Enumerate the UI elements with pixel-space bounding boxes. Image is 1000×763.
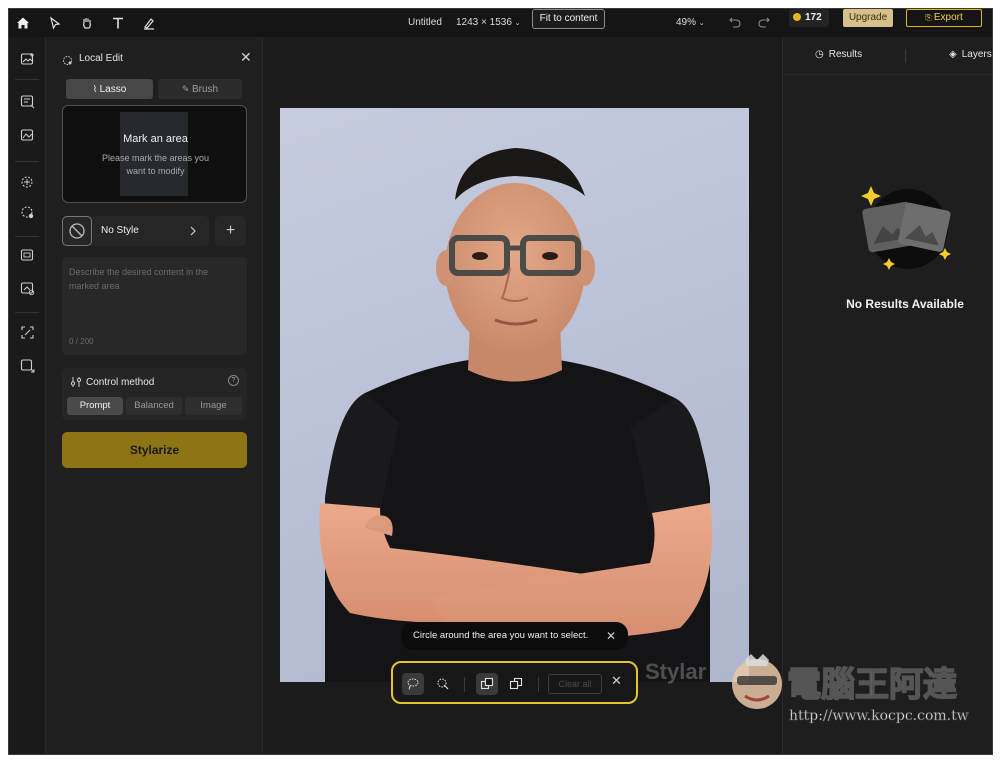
tool-rail xyxy=(9,37,46,754)
toolbar-divider xyxy=(464,677,465,692)
local-edit-panel: Local Edit ✕ ⌇ Lasso ✎ Brush Mark an are… xyxy=(46,37,263,754)
top-bar: Untitled 1243 × 1536 ⌄ Fit to content 49… xyxy=(9,9,992,37)
expand-image-icon[interactable] xyxy=(17,245,37,265)
empty-results-text: No Results Available xyxy=(846,297,964,311)
tab-divider xyxy=(905,49,906,63)
rail-divider xyxy=(15,236,39,237)
empty-results-illustration xyxy=(853,184,958,279)
control-option-image[interactable]: Image xyxy=(185,397,242,415)
prompt-counter: 0 / 200 xyxy=(69,337,94,346)
control-option-balanced[interactable]: Balanced xyxy=(126,397,182,415)
history-icon: ◷ xyxy=(815,49,824,60)
tooltip-text: Circle around the area you want to selec… xyxy=(413,630,589,641)
control-option-prompt[interactable]: Prompt xyxy=(67,397,123,415)
sparkle-edit-icon[interactable] xyxy=(17,171,37,191)
tab-results-label: Results xyxy=(828,49,863,60)
upscale-icon[interactable] xyxy=(17,322,37,342)
chevron-down-icon: ⌄ xyxy=(514,20,521,27)
prompt-placeholder: Describe the desired content in the mark… xyxy=(69,267,209,291)
close-icon[interactable]: ✕ xyxy=(606,622,616,650)
tab-results[interactable]: ◷ Results xyxy=(815,49,862,60)
control-method-title: Control method xyxy=(86,377,155,388)
export-button[interactable]: ⎘ Export xyxy=(906,9,982,27)
subtract-selection-icon[interactable] xyxy=(505,673,527,695)
results-panel: ◷ Results ◈ Layers No Results Available xyxy=(782,37,992,754)
lasso-icon: ⌇ xyxy=(92,84,100,94)
upgrade-button[interactable]: Upgrade xyxy=(843,9,893,27)
selection-tooltip: Circle around the area you want to selec… xyxy=(401,622,628,650)
portrait-illustration xyxy=(319,148,712,682)
portrait-image[interactable] xyxy=(280,108,749,682)
control-method-section: Control method ? Prompt Balanced Image xyxy=(62,368,247,420)
text-to-image-icon[interactable] xyxy=(17,91,37,111)
close-icon[interactable]: ✕ xyxy=(611,673,622,689)
home-icon[interactable] xyxy=(13,13,33,33)
credits-badge[interactable]: 172 xyxy=(789,9,829,27)
fit-to-content-button[interactable]: Fit to content xyxy=(532,9,605,29)
text-tool-icon[interactable] xyxy=(108,13,128,33)
add-style-button[interactable]: + xyxy=(215,216,246,246)
canvas-area[interactable]: Circle around the area you want to selec… xyxy=(263,37,782,754)
export-label: Export xyxy=(933,12,963,23)
chevron-right-icon xyxy=(189,224,197,242)
zoom-value: 49% xyxy=(676,17,697,28)
brush-icon: ✎ xyxy=(181,84,192,94)
rail-divider xyxy=(15,312,39,313)
style-label: No Style xyxy=(101,225,139,236)
redo-icon[interactable] xyxy=(754,13,774,33)
credits-value: 172 xyxy=(805,12,822,23)
tab-lasso[interactable]: ⌇ Lasso xyxy=(66,79,153,99)
crop-export-icon[interactable] xyxy=(17,355,37,375)
mark-area-preview: Mark an area Please mark the areas you w… xyxy=(62,105,247,203)
layers-icon: ◈ xyxy=(949,49,957,60)
selection-toolbar: Clear all ✕ xyxy=(391,661,638,704)
stylarize-button[interactable]: Stylarize xyxy=(62,432,247,468)
rail-divider xyxy=(15,79,39,80)
local-edit-icon[interactable] xyxy=(17,202,37,222)
local-edit-icon xyxy=(62,53,73,71)
panel-title: Local Edit xyxy=(79,53,123,64)
results-tabs: ◷ Results ◈ Layers xyxy=(783,37,992,75)
image-generate-icon[interactable] xyxy=(17,49,37,69)
tab-brush-label: Brush xyxy=(191,84,219,95)
zoom-level[interactable]: 49% ⌄ xyxy=(676,9,705,37)
tab-layers[interactable]: ◈ Layers xyxy=(949,49,992,60)
tab-layers-label: Layers xyxy=(961,49,992,60)
tab-brush[interactable]: ✎ Brush xyxy=(158,79,242,99)
prompt-textarea[interactable]: Describe the desired content in the mark… xyxy=(62,257,247,355)
image-to-image-icon[interactable] xyxy=(17,125,37,145)
canvas-dimensions[interactable]: 1243 × 1536 ⌄ xyxy=(456,9,521,37)
rail-divider xyxy=(15,161,39,162)
hand-icon[interactable] xyxy=(77,13,97,33)
undo-icon[interactable] xyxy=(725,13,745,33)
sliders-icon xyxy=(70,375,82,393)
style-selector[interactable]: No Style xyxy=(62,216,209,246)
preview-subtitle: Please mark the areas you want to modify xyxy=(101,153,210,176)
erase-object-icon[interactable] xyxy=(17,278,37,298)
select-arrow-icon[interactable] xyxy=(45,13,65,33)
add-selection-icon[interactable] xyxy=(476,673,498,695)
magic-select-icon[interactable] xyxy=(432,673,454,695)
coin-icon xyxy=(793,13,801,21)
tab-lasso-label: Lasso xyxy=(99,84,127,95)
app-window: Untitled 1243 × 1536 ⌄ Fit to content 49… xyxy=(8,8,993,755)
help-icon[interactable]: ? xyxy=(228,375,239,386)
chevron-down-icon: ⌄ xyxy=(698,20,705,27)
dimensions-value: 1243 × 1536 xyxy=(456,17,512,28)
clear-all-button[interactable]: Clear all xyxy=(548,674,602,694)
plus-icon: + xyxy=(225,222,236,239)
close-icon[interactable]: ✕ xyxy=(240,49,252,66)
export-icon: ⎘ xyxy=(925,13,934,22)
pen-tool-icon[interactable] xyxy=(139,13,159,33)
lasso-select-icon[interactable] xyxy=(402,673,424,695)
toolbar-divider xyxy=(538,677,539,692)
no-style-icon xyxy=(62,216,92,246)
preview-title: Mark an area xyxy=(123,133,188,145)
selection-mode-tabs: ⌇ Lasso ✎ Brush xyxy=(66,79,242,99)
document-title[interactable]: Untitled xyxy=(408,9,442,37)
